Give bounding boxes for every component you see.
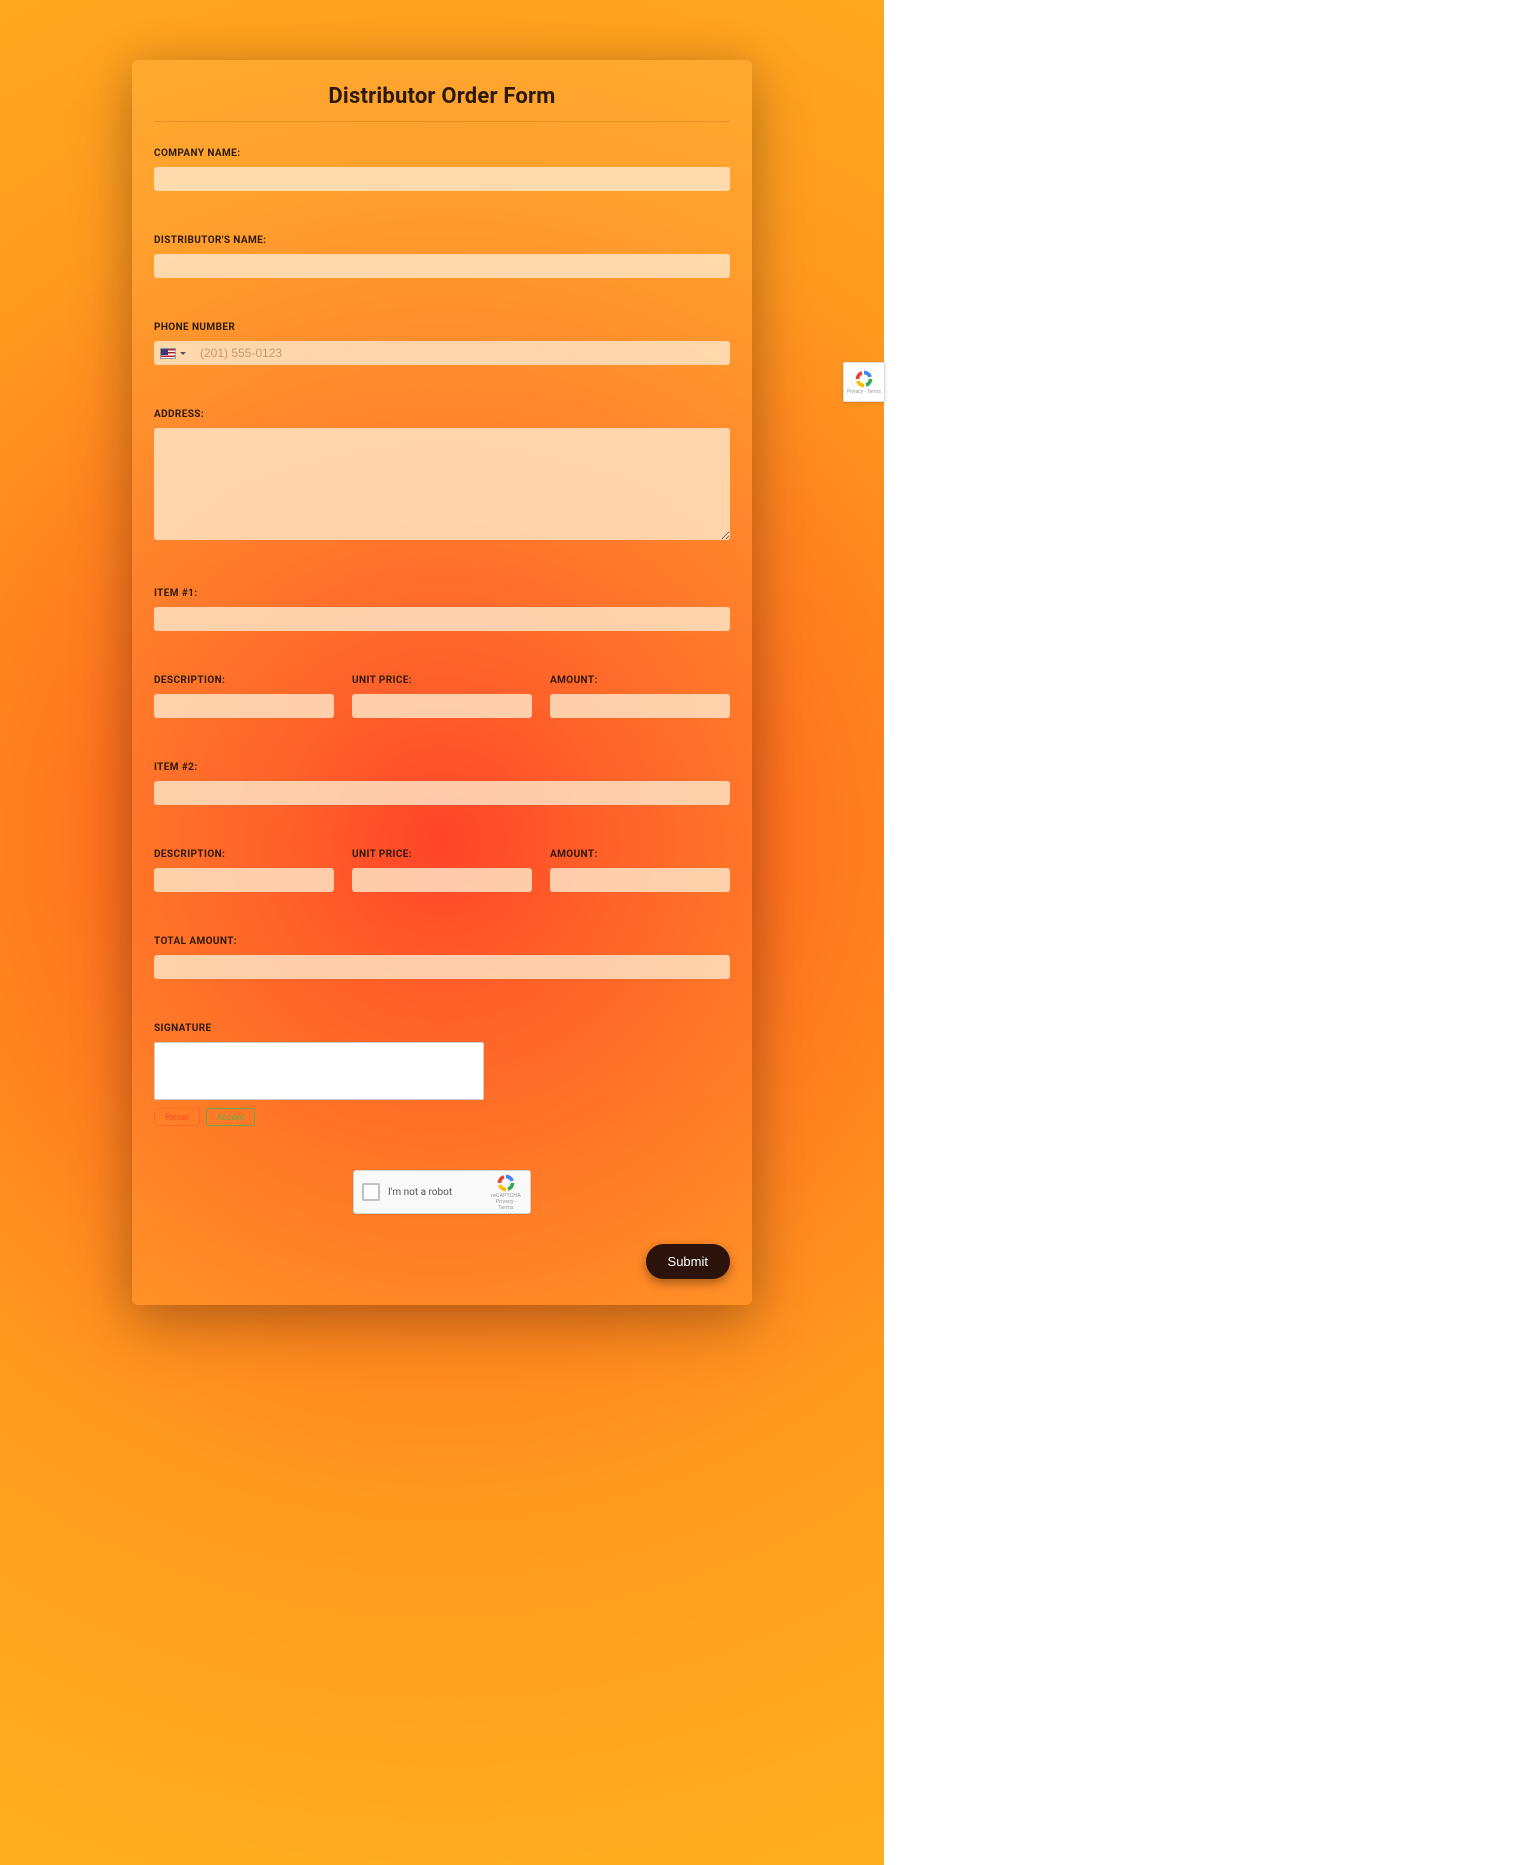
company-name-input[interactable] — [154, 167, 730, 191]
phone-group: PHONE NUMBER — [154, 322, 730, 365]
item1-unit-price-input[interactable] — [352, 694, 532, 718]
item1-description-label: DESCRIPTION: — [154, 675, 334, 686]
recaptcha-badge-terms: Privacy - Terms — [847, 390, 881, 395]
item1-description-group: DESCRIPTION: — [154, 675, 334, 718]
total-amount-group: TOTAL AMOUNT: — [154, 936, 730, 979]
recaptcha-floating-badge[interactable]: Privacy - Terms — [843, 362, 885, 402]
item1-unit-price-group: UNIT PRICE: — [352, 675, 532, 718]
item1-description-input[interactable] — [154, 694, 334, 718]
distributor-name-label: DISTRIBUTOR'S NAME: — [154, 235, 730, 246]
item2-amount-group: AMOUNT: — [550, 849, 730, 892]
form-title: Distributor Order Form — [154, 78, 730, 122]
address-label: ADDRESS: — [154, 409, 730, 420]
address-input[interactable] — [154, 428, 730, 540]
recaptcha-label: I'm not a robot — [388, 1187, 482, 1198]
item2-amount-label: AMOUNT: — [550, 849, 730, 860]
item2-description-group: DESCRIPTION: — [154, 849, 334, 892]
item1-amount-label: AMOUNT: — [550, 675, 730, 686]
item2-unit-price-label: UNIT PRICE: — [352, 849, 532, 860]
distributor-name-input[interactable] — [154, 254, 730, 278]
signature-label: SIGNATURE — [154, 1023, 730, 1034]
signature-reset-button[interactable]: Reset — [154, 1108, 200, 1126]
submit-row: Submit — [154, 1244, 730, 1279]
submit-button[interactable]: Submit — [646, 1244, 730, 1279]
phone-input[interactable] — [194, 346, 724, 360]
signature-pad[interactable] — [154, 1042, 484, 1100]
total-amount-label: TOTAL AMOUNT: — [154, 936, 730, 947]
recaptcha-terms-text: Privacy - Terms — [490, 1200, 522, 1211]
form-card: Distributor Order Form COMPANY NAME: DIS… — [132, 60, 752, 1305]
signature-buttons: Reset Accept — [154, 1108, 730, 1126]
recaptcha-icon — [496, 1173, 516, 1193]
item1-details-row: DESCRIPTION: UNIT PRICE: AMOUNT: — [154, 675, 730, 718]
recaptcha-checkbox[interactable] — [362, 1183, 380, 1201]
item2-input[interactable] — [154, 781, 730, 805]
item2-details-row: DESCRIPTION: UNIT PRICE: AMOUNT: — [154, 849, 730, 892]
company-name-group: COMPANY NAME: — [154, 148, 730, 191]
recaptcha-widget[interactable]: I'm not a robot reCAPTCHA Privacy - Term… — [353, 1170, 531, 1214]
phone-input-wrap — [154, 341, 730, 365]
item1-input[interactable] — [154, 607, 730, 631]
recaptcha-logo-block: reCAPTCHA Privacy - Terms — [490, 1173, 522, 1212]
item2-label: ITEM #2: — [154, 762, 730, 773]
item1-group: ITEM #1: — [154, 588, 730, 631]
background-panel: Distributor Order Form COMPANY NAME: DIS… — [0, 0, 884, 1865]
item2-description-label: DESCRIPTION: — [154, 849, 334, 860]
item2-group: ITEM #2: — [154, 762, 730, 805]
signature-accept-button[interactable]: Accept — [206, 1108, 256, 1126]
recaptcha-icon — [854, 369, 874, 389]
us-flag-icon — [160, 348, 176, 359]
distributor-name-group: DISTRIBUTOR'S NAME: — [154, 235, 730, 278]
total-amount-input[interactable] — [154, 955, 730, 979]
address-group: ADDRESS: — [154, 409, 730, 544]
company-name-label: COMPANY NAME: — [154, 148, 730, 159]
item2-unit-price-input[interactable] — [352, 868, 532, 892]
country-code-selector[interactable] — [160, 348, 194, 359]
item1-label: ITEM #1: — [154, 588, 730, 599]
item2-description-input[interactable] — [154, 868, 334, 892]
item2-unit-price-group: UNIT PRICE: — [352, 849, 532, 892]
item2-amount-input[interactable] — [550, 868, 730, 892]
chevron-down-icon — [180, 352, 186, 355]
signature-group: SIGNATURE Reset Accept — [154, 1023, 730, 1126]
item1-amount-group: AMOUNT: — [550, 675, 730, 718]
phone-label: PHONE NUMBER — [154, 322, 730, 333]
item1-unit-price-label: UNIT PRICE: — [352, 675, 532, 686]
captcha-container: I'm not a robot reCAPTCHA Privacy - Term… — [154, 1170, 730, 1214]
item1-amount-input[interactable] — [550, 694, 730, 718]
